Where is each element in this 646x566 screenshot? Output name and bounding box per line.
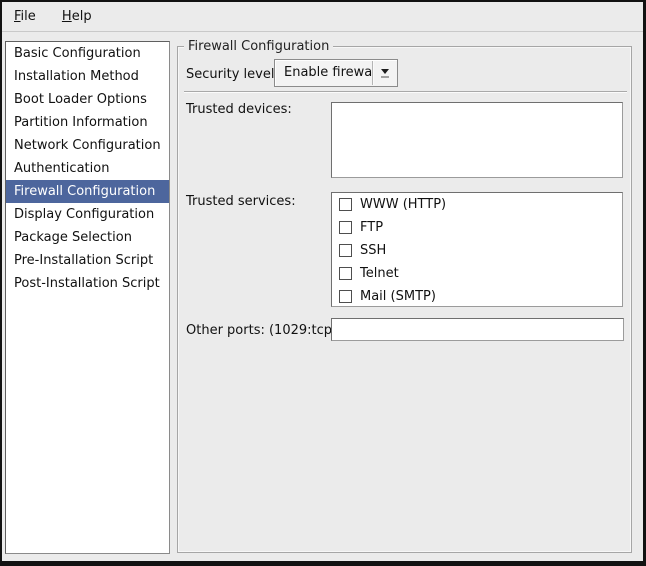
service-label: SSH <box>360 243 386 258</box>
security-level-value: Enable firewall <box>275 60 372 86</box>
sidebar-item[interactable]: Pre-Installation Script <box>6 249 169 272</box>
sidebar-item[interactable]: Basic Configuration <box>6 42 169 65</box>
other-ports-label: Other ports: (1029:tcp) <box>186 323 337 339</box>
horizontal-separator <box>184 91 627 93</box>
service-checkbox[interactable] <box>339 290 352 303</box>
security-level-label: Security level: <box>186 67 279 83</box>
service-label: FTP <box>360 220 383 235</box>
security-level-dropdown[interactable]: Enable firewall <box>274 59 398 87</box>
service-checkbox[interactable] <box>339 198 352 211</box>
other-ports-input[interactable] <box>331 318 624 341</box>
service-label: Telnet <box>360 266 399 281</box>
service-row: SSH <box>332 239 622 262</box>
service-row: FTP <box>332 216 622 239</box>
sidebar-item[interactable]: Display Configuration <box>6 203 169 226</box>
service-checkbox[interactable] <box>339 267 352 280</box>
menu-help[interactable]: Help <box>52 2 102 30</box>
trusted-services-list[interactable]: WWW (HTTP) FTP SSH Telnet Mail (SMTP) <box>331 192 623 307</box>
service-row: Mail (SMTP) <box>332 285 622 307</box>
frame-title: Firewall Configuration <box>184 39 333 55</box>
service-checkbox[interactable] <box>339 244 352 257</box>
service-row: WWW (HTTP) <box>332 193 622 216</box>
sidebar-item[interactable]: Partition Information <box>6 111 169 134</box>
section-list[interactable]: Basic ConfigurationInstallation MethodBo… <box>5 41 170 554</box>
service-label: WWW (HTTP) <box>360 197 446 212</box>
service-checkbox[interactable] <box>339 221 352 234</box>
dropdown-arrow-icon[interactable] <box>373 60 397 86</box>
sidebar-item[interactable]: Package Selection <box>6 226 169 249</box>
sidebar-item[interactable]: Post-Installation Script <box>6 272 169 295</box>
menubar: File Help <box>2 2 643 32</box>
sidebar-item[interactable]: Network Configuration <box>6 134 169 157</box>
menu-file[interactable]: File <box>4 2 46 30</box>
trusted-services-label: Trusted services: <box>186 194 296 210</box>
firewall-configuration-frame: Firewall Configuration Security level: E… <box>177 46 632 553</box>
trusted-devices-label: Trusted devices: <box>186 102 292 118</box>
trusted-devices-list[interactable] <box>331 102 623 178</box>
sidebar-item[interactable]: Boot Loader Options <box>6 88 169 111</box>
service-label: Mail (SMTP) <box>360 289 436 304</box>
sidebar-item[interactable]: Authentication <box>6 157 169 180</box>
sidebar-item[interactable]: Installation Method <box>6 65 169 88</box>
sidebar-item[interactable]: Firewall Configuration <box>6 180 169 203</box>
service-row: Telnet <box>332 262 622 285</box>
kickstart-configurator-window: File Help Basic ConfigurationInstallatio… <box>0 0 646 566</box>
